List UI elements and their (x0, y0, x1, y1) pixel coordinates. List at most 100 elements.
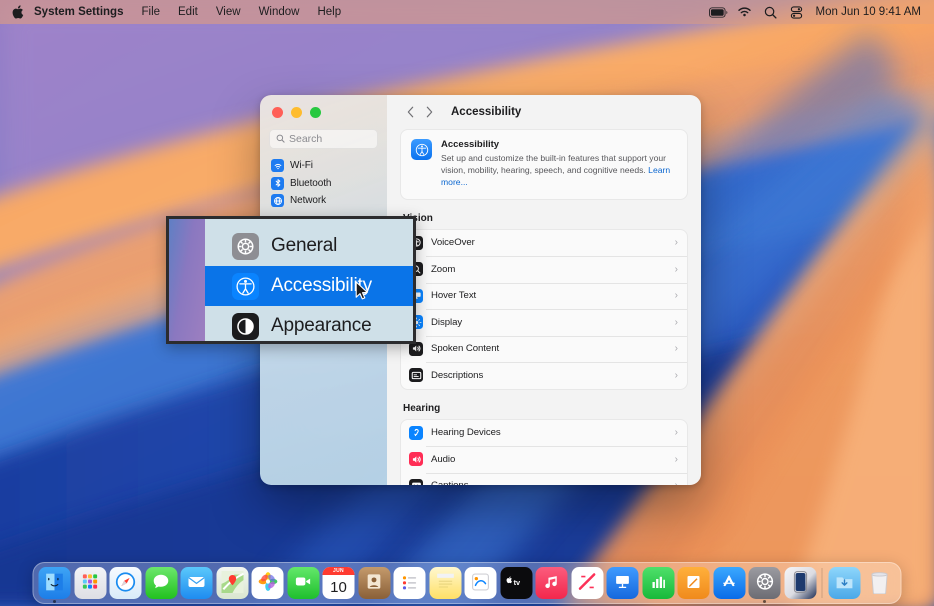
menu-bar-clock[interactable]: Mon Jun 10 9:41 AM (810, 6, 925, 18)
arrow-cursor (355, 281, 369, 306)
launchpad-icon (81, 572, 100, 594)
settings-content-pane: Accessibility Accessibility Set up and c… (387, 95, 701, 485)
settings-row-descriptions[interactable]: Descriptions› (401, 362, 687, 389)
sidebar-item-network[interactable]: Network (267, 192, 380, 209)
control-center-icon[interactable] (784, 0, 810, 24)
freeform-icon (471, 572, 491, 595)
magnified-sidebar-items: GeneralAccessibilityAppearance (205, 219, 413, 341)
settings-row-audio[interactable]: Audio› (401, 446, 687, 473)
magnified-item-accessibility[interactable]: Accessibility (205, 266, 413, 306)
sidebar-item-wi-fi[interactable]: Wi-Fi (267, 157, 380, 174)
sidebar-item-bluetooth[interactable]: Bluetooth (267, 175, 380, 192)
dock-item-calendar[interactable]: JUN10 (323, 567, 355, 599)
magnified-item-appearance[interactable]: Appearance (205, 306, 413, 344)
wifi-icon[interactable] (732, 0, 758, 24)
apple-logo-icon[interactable] (8, 5, 28, 19)
search-icon[interactable] (758, 0, 784, 24)
settings-row-hover-text[interactable]: Hover Text › (401, 283, 687, 310)
chevron-right-icon: › (675, 480, 678, 485)
news-icon (577, 572, 597, 595)
settings-row-captions[interactable]: Captions › (401, 473, 687, 485)
dock-item-numbers[interactable] (642, 567, 674, 599)
dock-item-notes[interactable] (429, 567, 461, 599)
dock-item-appletv[interactable]: tv (500, 567, 532, 599)
dock-item-music[interactable] (536, 567, 568, 599)
dock-item-news[interactable] (571, 567, 603, 599)
close-button[interactable] (272, 107, 283, 118)
chevron-right-icon: › (675, 343, 678, 354)
section-title-vision: Vision (403, 213, 688, 224)
dock-item-launchpad[interactable] (74, 567, 106, 599)
menu-view[interactable]: View (207, 0, 250, 24)
menu-help[interactable]: Help (308, 0, 350, 24)
dock-item-finder[interactable] (39, 567, 71, 599)
menu-window[interactable]: Window (250, 0, 309, 24)
menu-edit[interactable]: Edit (169, 0, 207, 24)
dock-separator (822, 568, 823, 598)
maps-icon (221, 571, 243, 596)
settings-row-label: Descriptions (431, 370, 667, 381)
sidebar-item-label: Wi-Fi (290, 160, 313, 171)
accessibility-icon (232, 273, 259, 300)
settings-row-label: Hover Text (431, 290, 667, 301)
menu-file[interactable]: File (132, 0, 169, 24)
dock-running-indicator (763, 600, 766, 603)
trash-icon (869, 570, 891, 597)
settings-row-spoken-content[interactable]: Spoken Content› (401, 336, 687, 363)
dock-item-appstore[interactable] (713, 567, 745, 599)
search-placeholder: Search (289, 133, 322, 145)
dock-item-reminders[interactable] (394, 567, 426, 599)
dock-item-photos[interactable] (252, 567, 284, 599)
search-icon (276, 130, 285, 148)
audio-icon (409, 452, 423, 466)
settings-row-label: Captions (431, 480, 667, 485)
chevron-right-icon: › (675, 427, 678, 438)
settings-row-display[interactable]: Display› (401, 309, 687, 336)
contacts-icon (365, 572, 384, 594)
dock-item-mail[interactable] (181, 567, 213, 599)
settings-row-voiceover[interactable]: VoiceOver › (401, 230, 687, 257)
minimize-button[interactable] (291, 107, 302, 118)
dock-item-trash[interactable] (864, 567, 896, 599)
settings-scroll-area[interactable]: Accessibility Set up and customize the b… (387, 128, 701, 485)
settings-row-zoom[interactable]: Zoom› (401, 256, 687, 283)
chevron-right-icon: › (675, 290, 678, 301)
dock-app-list: JUN10 tv (39, 567, 817, 599)
dock-item-iphone-mirroring[interactable] (784, 567, 816, 599)
info-card-description: Set up and customize the built-in featur… (441, 152, 677, 189)
network-icon (271, 194, 284, 207)
dock-item-safari[interactable] (110, 567, 142, 599)
hearing-devices-icon (409, 426, 423, 440)
dock-item-contacts[interactable] (358, 567, 390, 599)
dock-item-pages[interactable] (678, 567, 710, 599)
accessibility-icon (411, 139, 432, 160)
settings-sections: VisionVoiceOver›Zoom›Hover Text›Display›… (400, 213, 688, 485)
forward-button[interactable] (420, 101, 439, 123)
settings-row-label: VoiceOver (431, 237, 667, 248)
menu-app-name[interactable]: System Settings (28, 0, 132, 24)
back-button[interactable] (401, 101, 420, 123)
battery-icon[interactable] (706, 0, 732, 24)
chevron-right-icon: › (675, 237, 678, 248)
reminders-icon (400, 572, 420, 595)
dock-running-indicator (53, 600, 56, 603)
settings-row-hearing-devices[interactable]: Hearing Devices› (401, 420, 687, 447)
dock-item-messages[interactable] (145, 567, 177, 599)
dock-item-freeform[interactable] (465, 567, 497, 599)
page-title: Accessibility (451, 106, 521, 118)
info-card-title: Accessibility (441, 139, 677, 150)
pages-icon (685, 573, 703, 594)
safari-icon (115, 571, 137, 596)
dock-item-system-settings[interactable] (749, 567, 781, 599)
window-controls (260, 95, 387, 118)
appstore-icon (720, 572, 739, 594)
sidebar-item-label: Bluetooth (290, 178, 331, 189)
dock-item-maps[interactable] (216, 567, 248, 599)
dock-item-downloads-folder[interactable] (828, 567, 860, 599)
sidebar-search-field[interactable]: Search (269, 129, 378, 149)
magnified-item-general[interactable]: General (205, 226, 413, 266)
maximize-button[interactable] (310, 107, 321, 118)
dock-item-keynote[interactable] (607, 567, 639, 599)
dock-item-facetime[interactable] (287, 567, 319, 599)
settings-row-label: Display (431, 317, 667, 328)
